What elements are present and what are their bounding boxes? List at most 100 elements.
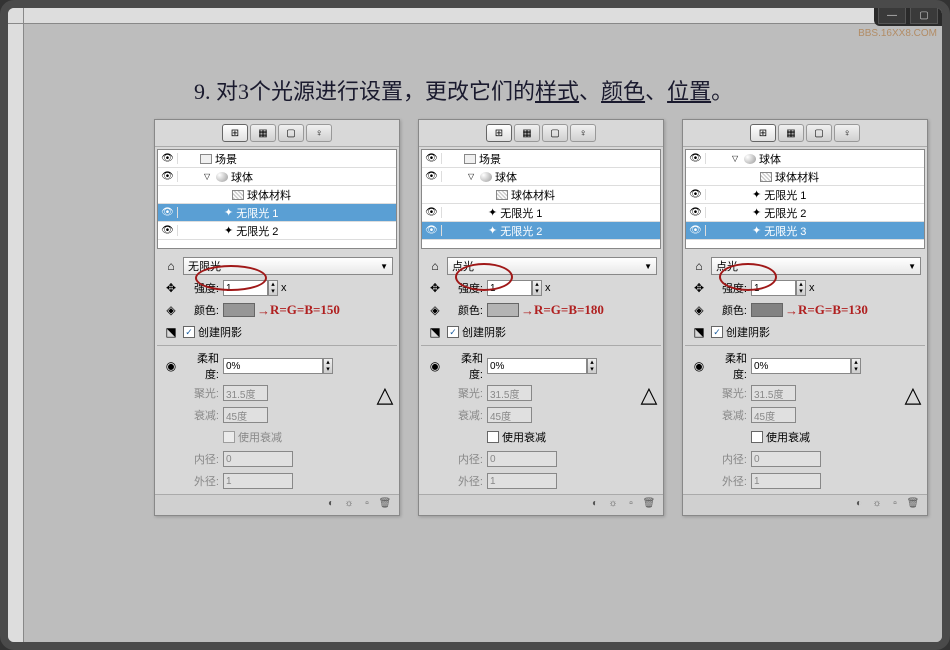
shadow-icon[interactable]: ⬔ [687,322,711,342]
color-swatch[interactable] [223,303,255,317]
render-icon[interactable]: ◐ [323,498,339,512]
light-tool-icon[interactable]: ♀ [570,124,596,142]
material-tool-icon[interactable]: ▢ [278,124,304,142]
expand-icon[interactable]: ▽ [732,154,742,163]
expand-icon[interactable]: ▽ [204,172,214,181]
stepper[interactable]: ▴▾ [532,280,542,296]
visibility-icon[interactable]: 👁 [422,153,442,164]
layer-light-3[interactable]: 👁 ✦ 无限光 3 [686,222,924,240]
softness-input[interactable] [223,358,323,374]
layer-light-2[interactable]: 👁 ✦ 无限光 2 [422,222,660,240]
new-icon[interactable]: ▫ [887,498,903,512]
expand-icon[interactable]: ▽ [468,172,478,181]
maximize-button[interactable]: ▢ [910,6,938,24]
shadow-checkbox[interactable] [447,326,459,338]
layer-sphere[interactable]: 👁 ▽ 球体 [158,168,396,186]
layer-material[interactable]: 球体材料 [686,168,924,186]
softness-icon[interactable]: ◉ [159,356,183,376]
softness-icon[interactable]: ◉ [423,356,447,376]
move-icon[interactable]: ✥ [423,278,447,298]
layer-scene[interactable]: 👁 场景 [422,150,660,168]
material-tool-icon[interactable]: ▢ [806,124,832,142]
light-tool-icon[interactable]: ♀ [834,124,860,142]
home-icon[interactable]: ⌂ [159,256,183,276]
delete-icon[interactable]: 🗑 [641,498,657,512]
layer-list[interactable]: 👁 场景 👁 ▽ 球体 球体材料 👁 [157,149,397,249]
visibility-icon[interactable]: 👁 [158,207,178,218]
use-falloff-checkbox[interactable] [751,431,763,443]
mesh-tool-icon[interactable]: ▦ [778,124,804,142]
shadow-icon[interactable]: ⬔ [159,322,183,342]
new-icon[interactable]: ▫ [359,498,375,512]
light-footer-icon[interactable]: ☼ [341,498,357,512]
filter-tool-icon[interactable]: ⊞ [486,124,512,142]
layer-list[interactable]: 👁 ▽ 球体 球体材料 👁 ✦ 无限光 1 [685,149,925,249]
filter-tool-icon[interactable]: ⊞ [222,124,248,142]
color-icon[interactable]: ◈ [159,300,183,320]
intensity-input[interactable] [487,280,532,296]
light-footer-icon[interactable]: ☼ [605,498,621,512]
light-type-select[interactable]: 点光 ▼ [447,257,657,275]
layer-light-2[interactable]: 👁 ✦ 无限光 2 [158,222,396,240]
shadow-icon[interactable]: ⬔ [423,322,447,342]
layer-list[interactable]: 👁 场景 👁 ▽ 球体 球体材料 👁 [421,149,661,249]
light-tool-icon[interactable]: ♀ [306,124,332,142]
visibility-icon[interactable]: 👁 [686,153,706,164]
move-icon[interactable]: ✥ [687,278,711,298]
mesh-tool-icon[interactable]: ▦ [514,124,540,142]
color-icon[interactable]: ◈ [423,300,447,320]
stepper[interactable]: ▴▾ [587,358,597,374]
layer-sphere[interactable]: 👁 ▽ 球体 [422,168,660,186]
layer-light-1[interactable]: 👁 ✦ 无限光 1 [422,204,660,222]
layer-light-1[interactable]: 👁 ✦ 无限光 1 [158,204,396,222]
softness-label: 柔和度: [183,350,223,382]
home-icon[interactable]: ⌂ [423,256,447,276]
vertical-ruler[interactable] [8,24,24,642]
render-icon[interactable]: ◐ [851,498,867,512]
visibility-icon[interactable]: 👁 [158,225,178,236]
delete-icon[interactable]: 🗑 [905,498,921,512]
shadow-checkbox[interactable] [183,326,195,338]
layer-material[interactable]: 球体材料 [158,186,396,204]
softness-input[interactable] [487,358,587,374]
softness-input[interactable] [751,358,851,374]
layer-sphere[interactable]: 👁 ▽ 球体 [686,150,924,168]
minimize-button[interactable]: — [878,6,906,24]
visibility-icon[interactable]: 👁 [422,225,442,236]
home-icon[interactable]: ⌂ [687,256,711,276]
intensity-input[interactable] [751,280,796,296]
use-falloff-checkbox[interactable] [487,431,499,443]
mesh-tool-icon[interactable]: ▦ [250,124,276,142]
color-swatch[interactable] [751,303,783,317]
light-footer-icon[interactable]: ☼ [869,498,885,512]
color-swatch[interactable] [487,303,519,317]
light-type-select[interactable]: 点光 ▼ [711,257,921,275]
shadow-checkbox[interactable] [711,326,723,338]
visibility-icon[interactable]: 👁 [686,225,706,236]
intensity-input[interactable] [223,280,268,296]
horizontal-ruler[interactable] [24,8,942,24]
layer-light-1[interactable]: 👁 ✦ 无限光 1 [686,186,924,204]
stepper[interactable]: ▴▾ [323,358,333,374]
stepper[interactable]: ▴▾ [796,280,806,296]
render-icon[interactable]: ◐ [587,498,603,512]
layer-light-2[interactable]: 👁 ✦ 无限光 2 [686,204,924,222]
move-icon[interactable]: ✥ [159,278,183,298]
stepper[interactable]: ▴▾ [851,358,861,374]
color-icon[interactable]: ◈ [687,300,711,320]
visibility-icon[interactable]: 👁 [686,207,706,218]
material-tool-icon[interactable]: ▢ [542,124,568,142]
visibility-icon[interactable]: 👁 [158,153,178,164]
delete-icon[interactable]: 🗑 [377,498,393,512]
light-type-select[interactable]: 无限光 ▼ [183,257,393,275]
visibility-icon[interactable]: 👁 [686,189,706,200]
filter-tool-icon[interactable]: ⊞ [750,124,776,142]
visibility-icon[interactable]: 👁 [422,207,442,218]
visibility-icon[interactable]: 👁 [422,171,442,182]
layer-scene[interactable]: 👁 场景 [158,150,396,168]
new-icon[interactable]: ▫ [623,498,639,512]
stepper[interactable]: ▴▾ [268,280,278,296]
visibility-icon[interactable]: 👁 [158,171,178,182]
softness-icon[interactable]: ◉ [687,356,711,376]
layer-material[interactable]: 球体材料 [422,186,660,204]
